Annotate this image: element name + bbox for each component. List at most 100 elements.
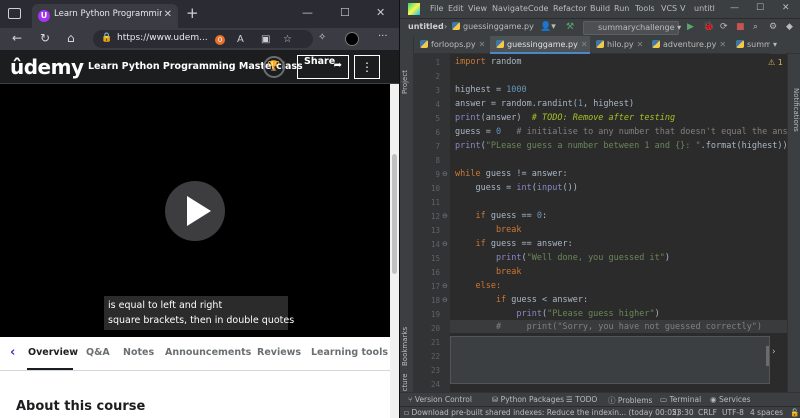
menu-vcs[interactable]: VCS xyxy=(661,4,677,13)
tab-title: Learn Python Programming Masterclass xyxy=(54,9,162,19)
close-icon[interactable]: ✕ xyxy=(479,40,486,49)
services-tool[interactable]: ◉ Services xyxy=(710,395,751,404)
gear-icon[interactable]: ⚙ xyxy=(769,22,777,32)
status-message[interactable]: ▫ Download pre-built shared indexes: Red… xyxy=(404,408,680,417)
menu-tools[interactable]: Tools xyxy=(635,4,655,13)
run-icon[interactable]: ▶ xyxy=(687,22,694,32)
new-tab-button[interactable]: + xyxy=(186,5,199,21)
search-icon[interactable]: ⌕ xyxy=(753,22,758,32)
minimize-icon[interactable]: — xyxy=(302,6,313,19)
tab-notes[interactable]: Notes xyxy=(123,347,154,358)
todo-tool[interactable]: ☰ TODO xyxy=(566,395,597,404)
breadcrumb-file[interactable]: guessinggame.py xyxy=(452,22,534,31)
menu-run[interactable]: Run xyxy=(614,4,629,13)
menu-window[interactable]: V xyxy=(680,4,685,13)
maximize-icon[interactable]: ☐ xyxy=(340,6,350,19)
close-icon[interactable]: ✕ xyxy=(581,40,588,49)
settings-more-icon[interactable]: ··· xyxy=(378,31,388,42)
trophy-icon[interactable]: 🏆 xyxy=(263,56,285,78)
menu-refactor[interactable]: Refactor xyxy=(553,4,587,13)
extension-badge-icon[interactable]: 0 xyxy=(215,35,225,45)
more-options-button[interactable]: ⋮ xyxy=(354,55,380,79)
share-button[interactable]: Share ➦ xyxy=(297,55,349,79)
page-scrollbar[interactable] xyxy=(390,84,399,418)
breadcrumb-file-label: guessinggame.py xyxy=(463,22,534,31)
code-line: while guess != answer: xyxy=(455,169,568,179)
close-icon[interactable]: ✕ xyxy=(719,40,726,49)
ide-close-icon[interactable]: ✕ xyxy=(782,3,790,13)
fold-icon[interactable]: ⊖ xyxy=(442,296,448,304)
fold-icon[interactable]: ⊖ xyxy=(442,282,448,290)
reload-icon[interactable]: ↻ xyxy=(40,31,50,45)
play-button[interactable] xyxy=(165,181,225,241)
file-encoding[interactable]: UTF-8 xyxy=(722,408,744,417)
tab-close-icon[interactable]: ✕ xyxy=(164,9,172,20)
bookmarks-tool-tab[interactable]: Bookmarks xyxy=(401,327,409,366)
tab-announcements[interactable]: Announcements xyxy=(165,347,251,358)
problems-tool[interactable]: ⓘ Problems xyxy=(608,395,652,406)
line-separator[interactable]: CRLF xyxy=(698,408,717,417)
tab-reviews[interactable]: Reviews xyxy=(257,347,301,358)
breadcrumb-project[interactable]: untitled xyxy=(408,22,444,31)
code-line: import random xyxy=(455,57,522,67)
tab-learning-tools[interactable]: Learning tools xyxy=(311,347,388,358)
lock-status-icon[interactable]: 🔓 xyxy=(790,408,799,417)
python-packages-tool[interactable]: ⛁ Python Packages xyxy=(492,395,564,404)
code-editor[interactable]: ⚠ 1 ⌃ ⌄ import random highest = 1000 ans… xyxy=(450,54,787,392)
tab-guessinggame[interactable]: guessinggame.py ✕ xyxy=(490,36,590,54)
stop-icon[interactable]: ■ xyxy=(736,22,745,32)
home-icon[interactable]: ⌂ xyxy=(67,31,75,45)
indent-setting[interactable]: 4 spaces xyxy=(750,408,783,417)
menu-code[interactable]: Code xyxy=(528,4,548,13)
user-icon[interactable]: 👤▾ xyxy=(540,22,556,32)
ide-logo-small-icon[interactable]: ◆ xyxy=(786,22,793,32)
version-control-tool[interactable]: ⑂ Version Control xyxy=(408,395,472,404)
menu-file[interactable]: File xyxy=(430,4,443,13)
tab-forloops[interactable]: forloops.py ✕ xyxy=(414,36,490,54)
split-screen-icon[interactable]: ▣ xyxy=(261,34,270,45)
project-tool-tab[interactable]: Project xyxy=(401,70,409,94)
line-number: 5 xyxy=(435,114,440,123)
ide-minimize-icon[interactable]: — xyxy=(730,3,739,13)
close-icon[interactable]: ✕ xyxy=(637,40,644,49)
warnings-indicator[interactable]: ⚠ 1 ⌃ ⌄ xyxy=(768,58,787,67)
caption-line-1: is equal to left and right xyxy=(108,300,223,311)
video-caption: is equal to left and right square bracke… xyxy=(104,296,294,330)
profile-avatar[interactable] xyxy=(345,32,359,46)
ide-maximize-icon[interactable]: ☐ xyxy=(756,3,764,13)
fold-icon[interactable]: ⊖ xyxy=(442,212,448,220)
extensions-icon[interactable]: ✧ xyxy=(318,32,326,43)
tab-qa[interactable]: Q&A xyxy=(86,347,110,358)
close-window-icon[interactable]: ✕ xyxy=(376,6,385,19)
tab-hilo[interactable]: hilo.py ✕ xyxy=(590,36,646,54)
coverage-icon[interactable]: ⟳ xyxy=(720,22,728,32)
completion-popup[interactable] xyxy=(450,336,770,384)
notifications-tool-tab[interactable]: Notifications xyxy=(792,88,800,132)
read-aloud-icon[interactable]: A xyxy=(237,34,244,45)
browser-tab-active[interactable]: U Learn Python Programming Masterclass ✕ xyxy=(32,4,178,28)
debug-icon[interactable]: 🐞 xyxy=(703,22,714,32)
back-arrow-icon[interactable]: ← xyxy=(12,31,22,45)
chevron-left-icon[interactable]: ‹ xyxy=(10,345,15,360)
run-config-select[interactable]: summarychallenge ▾ xyxy=(583,21,681,35)
fold-icon[interactable]: ⊖ xyxy=(442,240,448,248)
udemy-logo[interactable]: ûdemy xyxy=(10,55,84,79)
build-hammer-icon[interactable]: ⚒ xyxy=(566,22,574,32)
popup-scrollbar-thumb[interactable] xyxy=(766,346,769,366)
url-field[interactable]: 🔒 https://www.udem... 0 A ▣ ☆ xyxy=(93,30,313,48)
scrollbar-thumb[interactable] xyxy=(392,154,397,274)
fold-icon[interactable]: ⊖ xyxy=(442,170,448,178)
chevron-right-icon[interactable]: › xyxy=(772,347,776,357)
tabs-dropdown-icon[interactable]: ▾ xyxy=(770,36,786,54)
menu-navigate[interactable]: Navigate xyxy=(492,4,528,13)
tab-adventure[interactable]: adventure.py ✕ xyxy=(646,36,730,54)
tab-overview[interactable]: Overview xyxy=(28,347,78,358)
favorite-icon[interactable]: ☆ xyxy=(283,34,292,45)
video-player[interactable]: is equal to left and right square bracke… xyxy=(0,84,399,337)
menu-build[interactable]: Build xyxy=(590,4,610,13)
menu-view[interactable]: View xyxy=(468,4,487,13)
terminal-tool[interactable]: ▭ Terminal xyxy=(660,395,701,404)
menu-edit[interactable]: Edit xyxy=(448,4,464,13)
cursor-position[interactable]: 23:30 xyxy=(672,408,694,417)
window-menu-icon[interactable] xyxy=(8,8,21,19)
